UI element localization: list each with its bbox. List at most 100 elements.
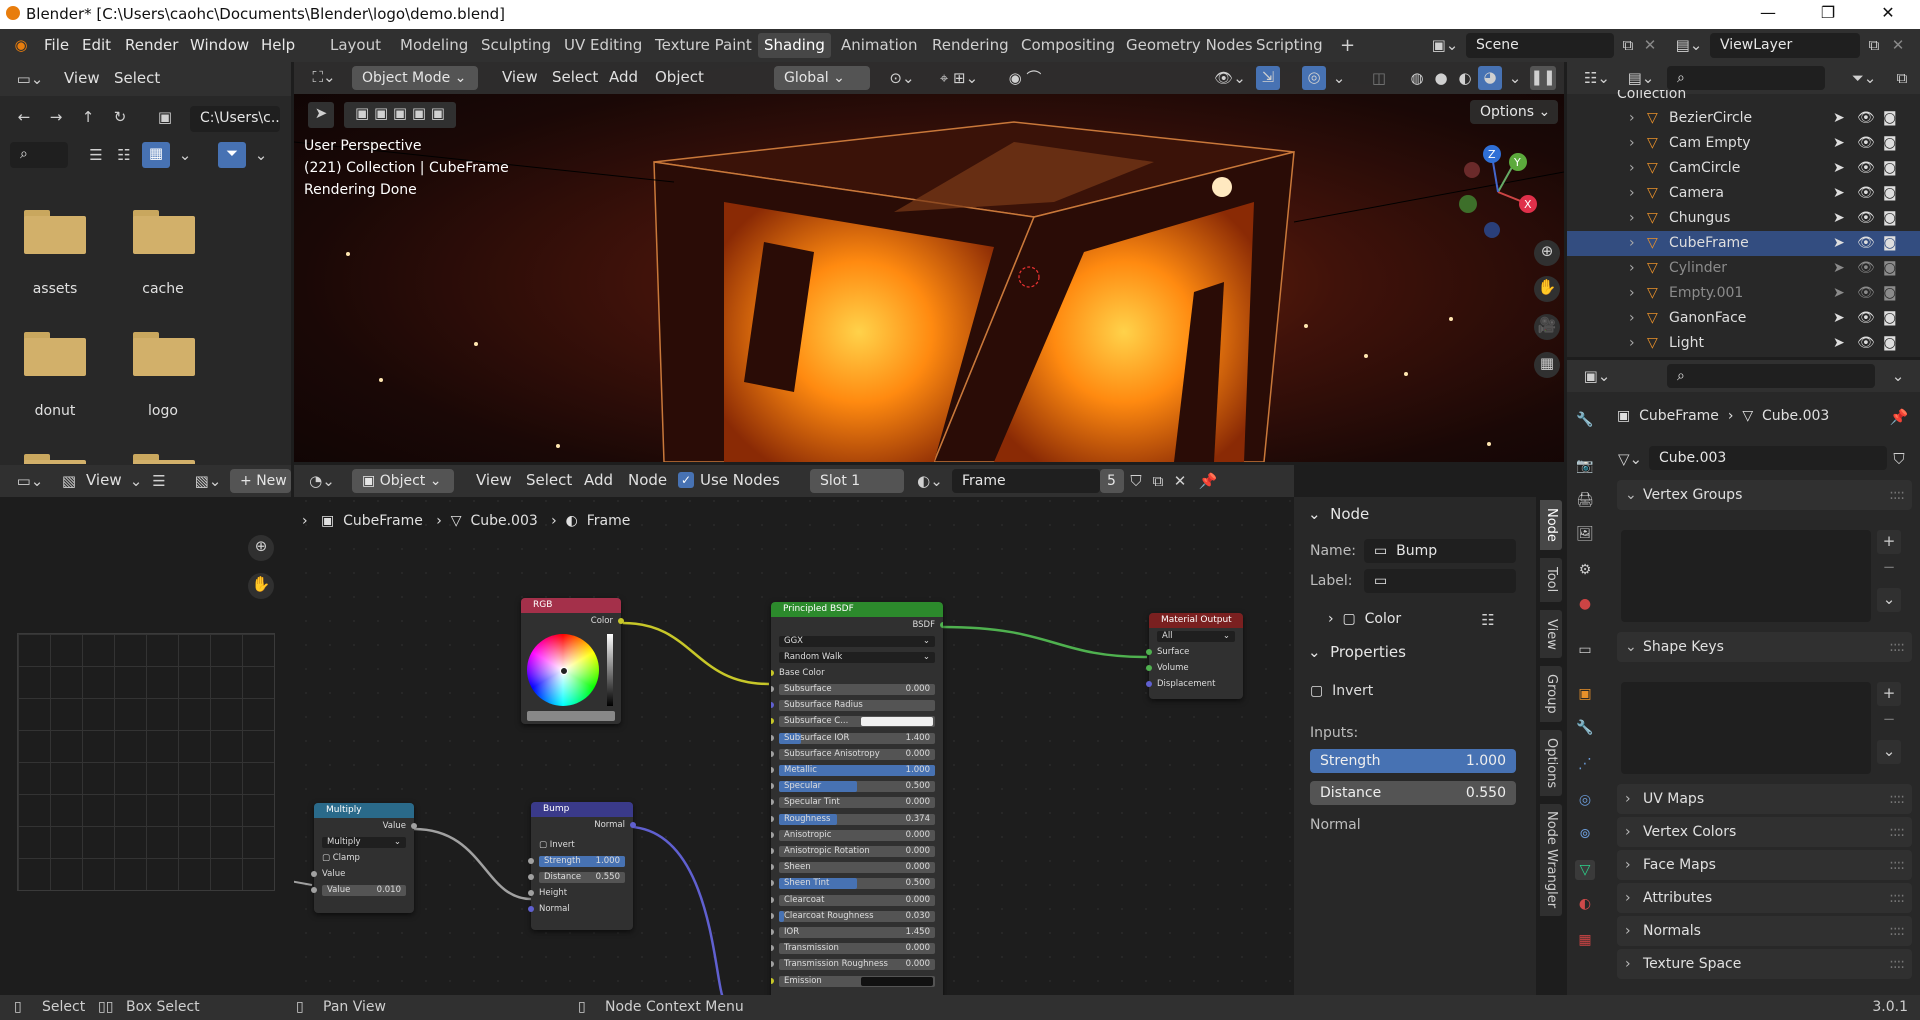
displacement-socket[interactable] <box>1146 681 1152 687</box>
bsdf-field[interactable]: Subsurface Radius <box>779 700 935 712</box>
use-nodes-checkbox[interactable]: ✓ <box>678 472 694 488</box>
filter-icon[interactable]: ⏷ <box>218 142 246 168</box>
tab-sculpting[interactable]: Sculpting <box>475 33 557 58</box>
pivot-point-icon[interactable]: ⊙⌄ <box>882 67 922 89</box>
selection-mode-icons[interactable]: ▣ ▣ ▣ ▣ ▣ <box>344 102 456 128</box>
node-name-field[interactable]: ▭ Bump <box>1364 539 1516 563</box>
bsdf-input-socket[interactable] <box>771 864 774 871</box>
property-section-header[interactable]: › UV Maps:::: <box>1617 784 1912 814</box>
property-section-header[interactable]: › Normals:::: <box>1617 916 1912 946</box>
fb-menu-view[interactable]: View <box>64 69 100 87</box>
pause-render-icon[interactable]: ❚❚ <box>1530 66 1556 90</box>
distance-slider[interactable]: Distance 0.550 <box>1310 781 1516 805</box>
add-shape-key-icon[interactable]: + <box>1877 682 1901 706</box>
bsdf-input-socket[interactable] <box>771 945 774 952</box>
subsurface-color-swatch[interactable] <box>861 717 933 727</box>
navigation-gizmo[interactable]: Z Y X <box>1458 142 1538 242</box>
bsdf-input-socket[interactable] <box>771 912 774 919</box>
physics-properties-tab-icon[interactable]: ◎ <box>1575 790 1595 810</box>
bsdf-input-socket[interactable] <box>771 831 774 838</box>
pan-hand-icon[interactable]: ✋ <box>248 573 274 599</box>
bump-normal-socket[interactable] <box>528 906 534 912</box>
tool-properties-tab-icon[interactable]: 🔧 <box>1575 410 1595 430</box>
texture-properties-tab-icon[interactable]: ▦ <box>1575 930 1595 950</box>
particles-properties-tab-icon[interactable]: ⋰ <box>1575 754 1595 774</box>
folder-icon[interactable] <box>133 332 195 376</box>
outliner-item[interactable]: › ▽ Camera ➤ 👁 ◙ <box>1567 181 1920 206</box>
editor-type-icon[interactable]: ☷⌄ <box>1579 67 1615 89</box>
folder-icon[interactable] <box>24 210 86 254</box>
property-section-header[interactable]: › Texture Space:::: <box>1617 949 1912 979</box>
eye-icon[interactable]: 👁 <box>1857 281 1875 306</box>
eye-icon[interactable]: 👁 <box>1857 206 1875 231</box>
outliner-item-name[interactable]: Cam Empty <box>1669 131 1751 156</box>
tab-shading[interactable]: Shading <box>758 33 831 58</box>
forward-icon[interactable]: → <box>44 106 68 128</box>
snap-icon[interactable]: ⌖ ⊞⌄ <box>924 67 994 89</box>
properties-section-header[interactable]: ⌄ Properties <box>1308 643 1406 661</box>
selectable-icon[interactable]: ➤ <box>1833 256 1845 281</box>
multiply-output-socket[interactable] <box>411 823 417 829</box>
modifier-properties-tab-icon[interactable]: 🔧 <box>1575 718 1595 738</box>
property-section-header[interactable]: ⌄ Shape Keys:::: <box>1617 632 1912 662</box>
delete-viewlayer-icon[interactable]: ✕ <box>1888 34 1908 56</box>
uv-grid[interactable] <box>17 633 275 891</box>
tab-rendering[interactable]: Rendering <box>926 33 1015 58</box>
bsdf-field[interactable]: Sheen Tint 0.500 <box>779 878 935 890</box>
property-section-header[interactable]: ⌄ Vertex Groups:::: <box>1617 480 1912 510</box>
bsdf-field[interactable]: Roughness 0.374 <box>779 813 935 825</box>
color-presets-icon[interactable]: ☷ <box>1476 609 1500 631</box>
fb-menu-select[interactable]: Select <box>114 69 160 87</box>
bsdf-field[interactable]: Sheen 0.000 <box>779 862 935 874</box>
scene-selector-icon[interactable]: ▣⌄ <box>1428 34 1462 56</box>
folder-icon[interactable] <box>133 454 195 464</box>
bsdf-field[interactable]: Subsurface C... <box>779 716 935 728</box>
shape-keys-list[interactable] <box>1621 682 1871 774</box>
maximize-button[interactable]: ❐ <box>1808 3 1848 25</box>
image-mode-icon[interactable]: ▧ <box>58 470 80 492</box>
expand-arrow-icon[interactable]: › <box>1629 331 1635 356</box>
bsdf-input-socket[interactable] <box>771 815 774 822</box>
add-vertex-group-icon[interactable]: + <box>1877 530 1901 554</box>
editor-type-icon[interactable]: ⛶⌄ <box>306 66 342 88</box>
property-section-header[interactable]: › Vertex Colors:::: <box>1617 817 1912 847</box>
tab-animation[interactable]: Animation <box>835 33 923 58</box>
outliner-item-name[interactable]: CamCircle <box>1669 156 1740 181</box>
constraint-properties-tab-icon[interactable]: ⊚ <box>1575 824 1595 844</box>
render-camera-icon[interactable]: ◙ <box>1883 206 1897 231</box>
editor-type-icon[interactable]: ▣⌄ <box>1579 365 1615 387</box>
pin-icon[interactable]: 📌 <box>1889 406 1909 428</box>
bsdf-field[interactable]: Emission <box>779 975 935 987</box>
remove-vertex-group-icon[interactable]: − <box>1877 556 1901 578</box>
camera-view-icon[interactable]: 🎥 <box>1534 314 1560 340</box>
mesh-name-field[interactable]: Cube.003 <box>1649 446 1887 470</box>
folder-label-donut[interactable]: donut <box>5 403 105 419</box>
render-camera-icon[interactable]: ◙ <box>1883 306 1897 331</box>
bsdf-input-socket[interactable] <box>771 783 774 790</box>
hamburger-menu-icon[interactable]: ☰ <box>148 470 170 492</box>
menu-render[interactable]: Render <box>125 36 178 54</box>
folder-label-cache[interactable]: cache <box>113 281 213 297</box>
material-output-node[interactable]: Material Output All ⌄ Surface Volume Disp… <box>1146 613 1243 699</box>
editor-type-icon[interactable]: ▭⌄ <box>12 68 48 90</box>
multiply-node[interactable]: Multiply Value Multiply ⌄ ▢ Clamp Value V… <box>311 803 417 913</box>
bsdf-input-socket[interactable] <box>771 977 774 984</box>
filter-icon[interactable]: ⏷⌄ <box>1847 67 1881 89</box>
outliner-item[interactable]: › ▽ CubeFrame ➤ 👁 ◙ <box>1567 231 1920 256</box>
render-camera-icon[interactable]: ◙ <box>1883 231 1897 256</box>
display-mode-icon[interactable]: ▤⌄ <box>1623 67 1659 89</box>
display-settings-chevron-icon[interactable]: ⌄ <box>176 144 194 166</box>
overlays-toggle-icon[interactable]: ◎ <box>1302 66 1326 90</box>
multiply-input-socket[interactable] <box>311 871 317 877</box>
new-scene-icon[interactable]: ⧉ <box>1618 34 1638 56</box>
outliner-item[interactable]: › ▽ GanonFace ➤ 👁 ◙ <box>1567 306 1920 331</box>
eye-icon[interactable]: 👁 <box>1857 231 1875 256</box>
vp-menu-view[interactable]: View <box>502 68 538 86</box>
selectable-icon[interactable]: ➤ <box>1833 331 1845 356</box>
proportional-editing-icon[interactable]: ◉ ⌒ <box>1000 67 1050 89</box>
xray-icon[interactable]: ◫ <box>1368 67 1390 89</box>
clamp-checkbox[interactable]: ▢ Clamp <box>322 853 406 864</box>
render-camera-icon[interactable]: ◙ <box>1883 181 1897 206</box>
selectable-icon[interactable]: ➤ <box>1833 231 1845 256</box>
rgb-node-title[interactable]: RGB <box>521 598 621 613</box>
